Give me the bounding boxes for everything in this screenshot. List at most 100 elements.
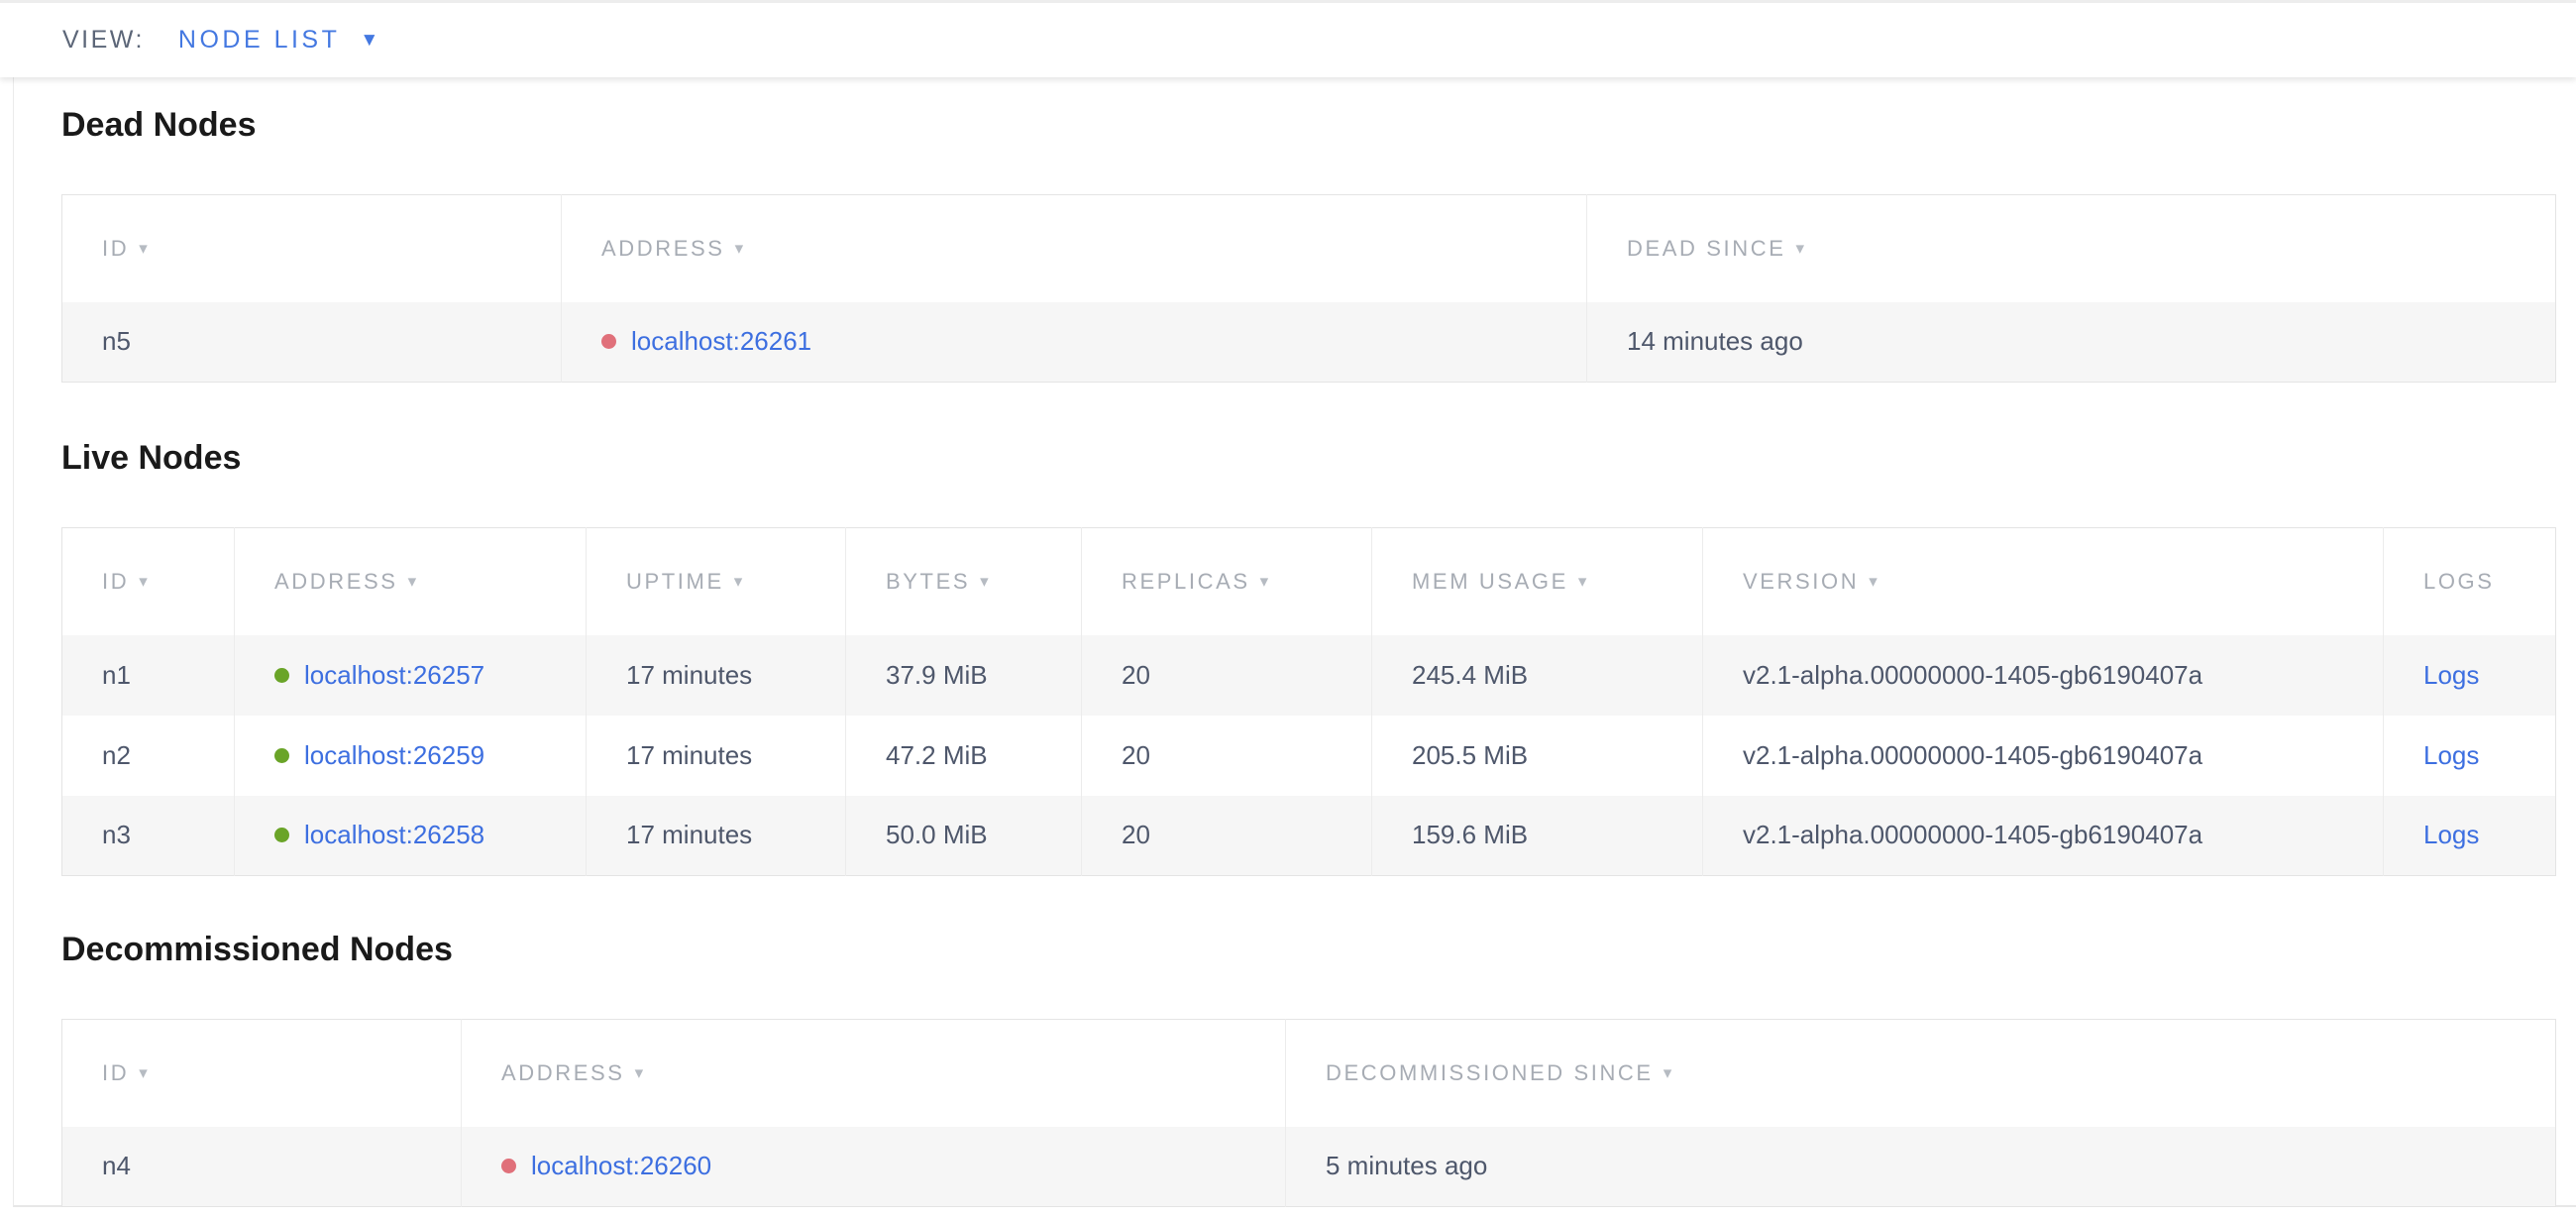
column-header-dead-since[interactable]: DEAD SINCE ▾ (1587, 195, 2556, 302)
logs-cell: Logs (2384, 635, 2556, 716)
column-label: LOGS (2423, 569, 2495, 594)
sort-arrow-icon: ▾ (734, 572, 745, 591)
view-selected-value: NODE LIST (178, 26, 340, 55)
sort-arrow-icon: ▾ (980, 572, 991, 591)
sort-arrow-icon: ▾ (635, 1063, 646, 1082)
sort-arrow-icon: ▾ (735, 239, 746, 258)
sort-arrow-icon: ▾ (1869, 572, 1879, 591)
node-status-dot-live (274, 828, 289, 842)
node-id-cell: n2 (62, 716, 235, 796)
column-header-address[interactable]: ADDRESS ▾ (562, 195, 1587, 302)
mem-usage-cell: 159.6 MiB (1372, 796, 1703, 876)
column-header-uptime[interactable]: UPTIME ▾ (587, 528, 846, 635)
node-status-dot-decommissioned (501, 1159, 516, 1173)
node-address-cell: localhost:26259 (235, 716, 587, 796)
node-address-link[interactable]: localhost:26261 (631, 326, 811, 356)
node-status-dot-live (274, 668, 289, 683)
node-address-link[interactable]: localhost:26259 (304, 740, 484, 770)
chevron-down-icon: ▼ (360, 31, 378, 50)
column-header-version[interactable]: VERSION ▾ (1703, 528, 2384, 635)
column-label: ADDRESS (274, 569, 398, 594)
column-label: ADDRESS (501, 1060, 625, 1085)
node-id-cell: n5 (62, 302, 562, 383)
bytes-cell: 50.0 MiB (846, 796, 1082, 876)
column-header-address[interactable]: ADDRESS ▾ (462, 1020, 1286, 1127)
dead-nodes-header-row: ID ▾ ADDRESS ▾ DEAD SINCE ▾ (62, 195, 2556, 302)
dead-nodes-table: ID ▾ ADDRESS ▾ DEAD SINCE ▾ n5 localhost:26… (61, 194, 2556, 383)
column-label: DECOMMISSIONED SINCE (1326, 1060, 1654, 1085)
sort-arrow-icon: ▾ (1664, 1063, 1674, 1082)
sort-arrow-icon: ▾ (139, 239, 150, 258)
column-label: BYTES (886, 569, 970, 594)
sort-arrow-icon: ▾ (1578, 572, 1589, 591)
sort-arrow-icon: ▾ (1795, 239, 1806, 258)
view-bar: VIEW: NODE LIST ▼ (0, 0, 2576, 77)
decommissioned-nodes-header-row: ID ▾ ADDRESS ▾ DECOMMISSIONED SINCE ▾ (62, 1020, 2556, 1127)
decommissioned-since-cell: 5 minutes ago (1286, 1127, 2556, 1207)
column-label: REPLICAS (1122, 569, 1250, 594)
view-label: VIEW: (62, 26, 145, 55)
logs-link[interactable]: Logs (2423, 820, 2479, 849)
sort-arrow-icon: ▾ (139, 572, 150, 591)
node-address-cell: localhost:26258 (235, 796, 587, 876)
table-row: n5 localhost:26261 14 minutes ago (62, 302, 2556, 383)
sort-arrow-icon: ▾ (1260, 572, 1271, 591)
node-status-dot-live (274, 748, 289, 763)
column-header-decommissioned-since[interactable]: DECOMMISSIONED SINCE ▾ (1286, 1020, 2556, 1127)
version-cell: v2.1-alpha.00000000-1405-gb6190407a (1703, 716, 2384, 796)
mem-usage-cell: 245.4 MiB (1372, 635, 1703, 716)
node-status-dot-dead (601, 334, 616, 349)
bytes-cell: 47.2 MiB (846, 716, 1082, 796)
decommissioned-nodes-table: ID ▾ ADDRESS ▾ DECOMMISSIONED SINCE ▾ n4 lo… (61, 1019, 2556, 1207)
version-cell: v2.1-alpha.00000000-1405-gb6190407a (1703, 796, 2384, 876)
uptime-cell: 17 minutes (587, 635, 846, 716)
live-nodes-table: ID▾ ADDRESS▾ UPTIME▾ BYTES▾ REPLICAS▾ ME… (61, 527, 2556, 876)
node-list-page: Dead Nodes ID ▾ ADDRESS ▾ DEAD SINCE ▾ n5 (13, 77, 2576, 1207)
live-nodes-heading: Live Nodes (61, 438, 2568, 478)
sort-arrow-icon: ▾ (139, 1063, 150, 1082)
column-header-mem-usage[interactable]: MEM USAGE ▾ (1372, 528, 1703, 635)
view-selector-dropdown[interactable]: NODE LIST ▼ (178, 26, 378, 55)
table-row: n3 localhost:26258 17 minutes 50.0 MiB 2… (62, 796, 2556, 876)
node-id-cell: n3 (62, 796, 235, 876)
column-header-id[interactable]: ID ▾ (62, 528, 235, 635)
logs-cell: Logs (2384, 796, 2556, 876)
node-id-cell: n1 (62, 635, 235, 716)
column-label: ID (102, 236, 129, 261)
node-address-cell: localhost:26257 (235, 635, 587, 716)
node-id-cell: n4 (62, 1127, 462, 1207)
column-label: MEM USAGE (1412, 569, 1568, 594)
logs-link[interactable]: Logs (2423, 660, 2479, 690)
column-label: DEAD SINCE (1627, 236, 1785, 261)
replicas-cell: 20 (1082, 635, 1372, 716)
logs-link[interactable]: Logs (2423, 740, 2479, 770)
column-header-address[interactable]: ADDRESS▾ (235, 528, 587, 635)
uptime-cell: 17 minutes (587, 716, 846, 796)
column-label: ID (102, 1060, 129, 1085)
replicas-cell: 20 (1082, 716, 1372, 796)
uptime-cell: 17 minutes (587, 796, 846, 876)
dead-nodes-heading: Dead Nodes (61, 77, 2568, 145)
table-row: n2 localhost:26259 17 minutes 47.2 MiB 2… (62, 716, 2556, 796)
column-header-bytes[interactable]: BYTES ▾ (846, 528, 1082, 635)
column-header-id[interactable]: ID ▾ (62, 1020, 462, 1127)
node-address-link[interactable]: localhost:26257 (304, 660, 484, 690)
column-header-id[interactable]: ID ▾ (62, 195, 562, 302)
decommissioned-nodes-heading: Decommissioned Nodes (61, 930, 2568, 969)
node-address-cell: localhost:26261 (562, 302, 1587, 383)
column-label: VERSION (1743, 569, 1859, 594)
node-address-cell: localhost:26260 (462, 1127, 1286, 1207)
dead-since-cell: 14 minutes ago (1587, 302, 2556, 383)
mem-usage-cell: 205.5 MiB (1372, 716, 1703, 796)
version-cell: v2.1-alpha.00000000-1405-gb6190407a (1703, 635, 2384, 716)
node-address-link[interactable]: localhost:26260 (531, 1151, 711, 1180)
live-nodes-header-row: ID▾ ADDRESS▾ UPTIME▾ BYTES▾ REPLICAS▾ ME… (62, 528, 2556, 635)
node-address-link[interactable]: localhost:26258 (304, 820, 484, 849)
column-label: UPTIME (626, 569, 724, 594)
table-row: n1 localhost:26257 17 minutes 37.9 MiB 2… (62, 635, 2556, 716)
logs-cell: Logs (2384, 716, 2556, 796)
column-label: ADDRESS (601, 236, 725, 261)
column-label: ID (102, 569, 129, 594)
replicas-cell: 20 (1082, 796, 1372, 876)
column-header-replicas[interactable]: REPLICAS ▾ (1082, 528, 1372, 635)
